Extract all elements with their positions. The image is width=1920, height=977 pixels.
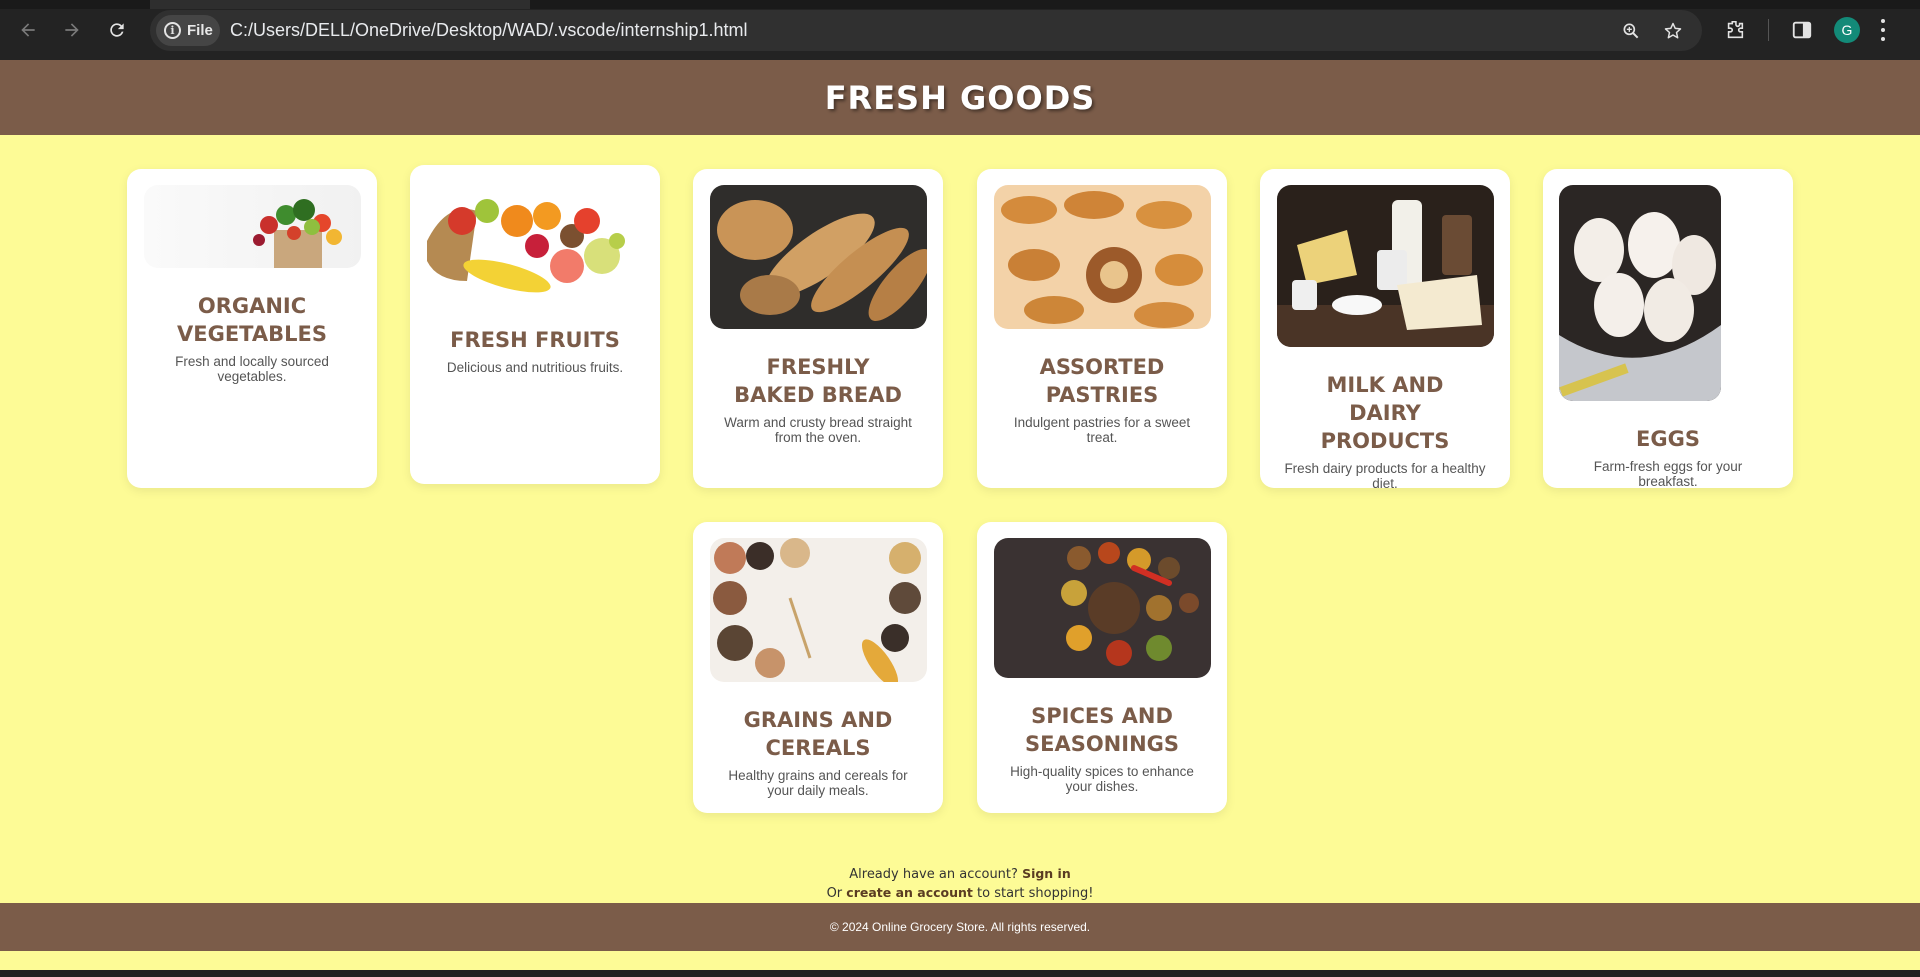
site-info-chip[interactable]: i File — [156, 15, 220, 46]
product-card-pastries[interactable]: Assorted Pastries Indulgent pastries for… — [977, 169, 1227, 488]
product-description: Indulgent pastries for a sweet treat. — [1013, 415, 1191, 445]
grains-image — [709, 538, 927, 682]
page-viewport: FRESH GOODS Organic Vegetables Fresh and… — [0, 60, 1920, 970]
forward-arrow-icon[interactable] — [58, 16, 86, 44]
dairy-image — [1276, 185, 1494, 347]
product-title: Fresh Fruits — [450, 328, 620, 352]
toolbar-divider — [1768, 19, 1769, 41]
site-footer: © 2024 Online Grocery Store. All rights … — [0, 903, 1920, 951]
product-title: Spices and Seasonings — [1024, 704, 1180, 756]
address-bar[interactable]: i File C:/Users/DELL/OneDrive/Desktop/WA… — [150, 10, 1702, 51]
product-card-spices[interactable]: Spices and Seasonings High-quality spice… — [977, 522, 1227, 813]
window-bottom-edge — [0, 970, 1920, 977]
create-account-prompt: Or create an account to start shopping! — [0, 885, 1920, 901]
product-title: Eggs — [1636, 427, 1700, 451]
product-card-bread[interactable]: Freshly Baked Bread Warm and crusty brea… — [693, 169, 943, 488]
create-prompt-suffix: to start shopping! — [977, 886, 1094, 901]
zoom-icon[interactable] — [1620, 20, 1642, 42]
product-card-eggs[interactable]: Eggs Farm-fresh eggs for your breakfast. — [1543, 169, 1793, 489]
fruits-image — [426, 181, 644, 302]
extensions-icon[interactable] — [1722, 17, 1748, 43]
star-icon[interactable] — [1662, 20, 1684, 42]
active-tab[interactable] — [150, 0, 530, 9]
browser-toolbar: i File C:/Users/DELL/OneDrive/Desktop/WA… — [0, 0, 1920, 60]
product-title: Grains and Cereals — [743, 708, 893, 760]
product-description: Farm-fresh eggs for your breakfast. — [1593, 459, 1743, 489]
site-title: FRESH GOODS — [824, 78, 1096, 117]
product-description: High-quality spices to enhance your dish… — [1010, 764, 1194, 794]
side-panel-icon[interactable] — [1789, 17, 1815, 43]
info-icon: i — [164, 22, 181, 39]
product-title: Assorted Pastries — [1039, 355, 1165, 407]
product-description: Warm and crusty bread straight from the … — [724, 415, 912, 445]
pastries-image — [993, 185, 1211, 329]
create-prompt-prefix: Or — [826, 886, 843, 901]
bread-image — [709, 185, 927, 329]
product-description: Delicious and nutritious fruits. — [446, 360, 624, 375]
product-card-grains[interactable]: Grains and Cereals Healthy grains and ce… — [693, 522, 943, 813]
file-chip-label: File — [187, 22, 213, 39]
vegetables-image — [143, 185, 361, 268]
product-description: Fresh and locally sourced vegetables. — [175, 354, 329, 384]
eggs-image — [1559, 185, 1721, 401]
spices-image — [993, 538, 1211, 678]
product-card-fruits[interactable]: Fresh Fruits Delicious and nutritious fr… — [410, 165, 660, 484]
signin-link[interactable]: Sign in — [1022, 866, 1071, 881]
create-account-link[interactable]: create an account — [846, 885, 973, 900]
product-description: Healthy grains and cereals for your dail… — [728, 768, 908, 798]
url-text[interactable]: C:/Users/DELL/OneDrive/Desktop/WAD/.vsco… — [230, 20, 748, 41]
reload-icon[interactable] — [103, 16, 131, 44]
copyright-text: © 2024 Online Grocery Store. All rights … — [829, 920, 1091, 934]
product-card-dairy[interactable]: Milk and Dairy Products Fresh dairy prod… — [1260, 169, 1510, 491]
profile-avatar[interactable]: G — [1834, 17, 1860, 43]
product-card-vegetables[interactable]: Organic Vegetables Fresh and locally sou… — [127, 169, 377, 488]
product-title: Milk and Dairy Products — [1320, 373, 1450, 453]
site-header: FRESH GOODS — [0, 60, 1920, 135]
signin-prompt-text: Already have an account? — [849, 867, 1018, 882]
signin-prompt: Already have an account? Sign in — [0, 866, 1920, 882]
menu-icon[interactable] — [1879, 16, 1887, 44]
tab-strip — [0, 0, 1920, 9]
back-arrow-icon[interactable] — [14, 16, 42, 44]
product-title: Organic Vegetables — [177, 294, 327, 346]
product-title: Freshly Baked Bread — [734, 355, 902, 407]
product-description: Fresh dairy products for a healthy diet. — [1284, 461, 1486, 491]
